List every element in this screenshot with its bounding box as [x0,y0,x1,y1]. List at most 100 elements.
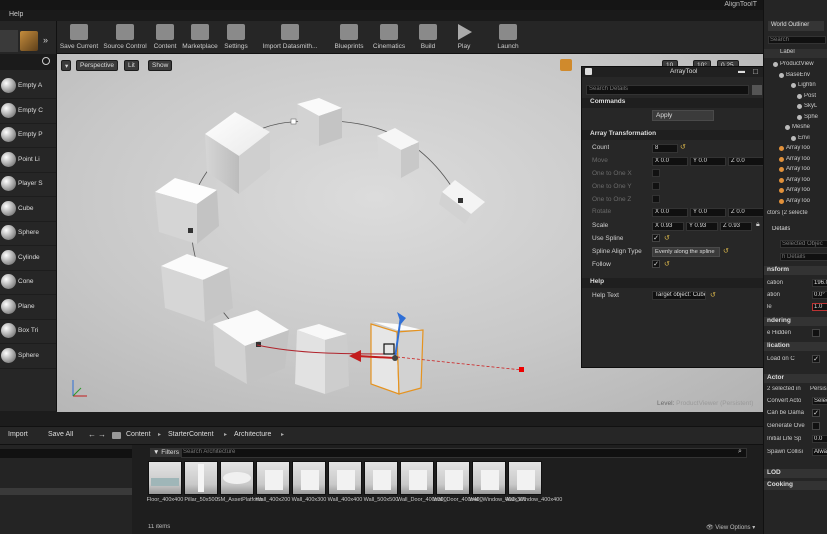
help-section[interactable]: Help [582,278,780,288]
outliner-row[interactable]: ArrayToo [764,176,827,186]
rotate-z-field[interactable]: Z 0.0 [728,208,764,217]
datasmith-button[interactable]: Import Datasmith... [257,23,323,53]
asset-thumbnail[interactable] [364,461,398,495]
maximize-icon[interactable]: □ [753,67,758,76]
play-button[interactable]: Play [449,23,479,53]
asset-thumbnail[interactable] [436,461,470,495]
source-control-button[interactable]: Source Control [101,23,149,53]
asset-thumbnail[interactable] [148,461,182,495]
outliner-row[interactable]: ArrayToo [764,165,827,175]
help-text-field[interactable]: Target object: Cube [652,291,706,300]
scale-y-field[interactable]: Y 0.93 [686,222,718,231]
place-item[interactable]: Cone [0,271,56,295]
sources-selected-folder[interactable] [0,488,132,495]
outliner-row[interactable]: Post [764,92,827,102]
can-be-damaged-checkbox[interactable]: ✓ [812,409,820,417]
outliner-row[interactable]: ArrayToo [764,197,827,207]
spawn-collision-dropdown[interactable]: Alwa [812,448,827,456]
place-item[interactable]: Empty P [0,124,56,148]
place-item[interactable]: Cube [0,198,56,222]
array-tool-search[interactable]: Search Details [586,85,749,95]
lock-icon[interactable]: 🔒︎ [756,221,760,229]
asset-thumbnail[interactable] [292,461,326,495]
reset-icon[interactable]: ↺ [723,247,729,255]
outliner-row[interactable]: Sphe [764,113,827,123]
convert-actor-dropdown[interactable]: Selec [812,397,827,405]
lod-section[interactable]: LOD [764,469,827,478]
back-arrow-icon[interactable]: ← [88,430,96,439]
reset-icon[interactable]: ↺ [710,291,716,299]
outliner-row[interactable]: Meshe [764,123,827,133]
marketplace-button[interactable]: Marketplace [181,23,219,53]
rotate-x-field[interactable]: X 0.0 [652,208,688,217]
settings-button[interactable]: Settings [221,23,251,53]
paint-tab-icon[interactable] [20,31,38,51]
place-item[interactable]: Plane [0,296,56,320]
content-button[interactable]: Content [152,23,178,53]
transform-section[interactable]: nsform [764,266,827,275]
asset-thumbnail[interactable] [472,461,506,495]
count-field[interactable]: 8 [652,144,678,153]
actor-section[interactable]: Actor [764,374,827,383]
place-item[interactable]: Sphere [0,222,56,246]
outliner-row[interactable]: Envi [764,134,827,144]
asset-search[interactable]: Search Architecture [181,448,747,458]
blueprints-button[interactable]: Blueprints [331,23,367,53]
rotation-field[interactable]: 0.0° [812,291,827,299]
array-tool-titlebar[interactable]: ArrayTool ▬ □ ✕ [582,67,780,77]
chevron-right-icon[interactable]: » [43,35,48,45]
outliner-row[interactable]: ArrayToo [764,186,827,196]
asset-thumbnail[interactable] [184,461,218,495]
build-button[interactable]: Build [413,23,443,53]
follow-checkbox[interactable]: ✓ [652,260,660,268]
view-options-button[interactable]: 👁︎ View Options ▾ [706,524,755,531]
place-item[interactable]: Box Tri [0,320,56,344]
place-item[interactable]: Point Li [0,149,56,173]
reset-icon[interactable]: ↺ [664,260,670,268]
place-item[interactable]: Cylinde [0,247,56,271]
one-to-one-x-checkbox[interactable] [652,169,660,177]
breadcrumb-content[interactable]: Content [126,431,151,438]
outliner-row[interactable]: ProductView [764,60,827,70]
outliner-row[interactable]: BaseEnv [764,71,827,81]
hidden-checkbox[interactable] [812,329,820,337]
grid-view-icon[interactable] [752,85,762,95]
asset-thumbnail[interactable] [400,461,434,495]
scale-z-field[interactable]: Z 0.93 [720,222,752,231]
reset-icon[interactable]: ↺ [664,234,670,242]
generate-overlap-checkbox[interactable] [812,422,820,430]
move-y-field[interactable]: Y 0.0 [690,157,726,166]
place-search-bar[interactable] [0,54,56,70]
replication-section[interactable]: lication [764,342,827,351]
cinematics-button[interactable]: Cinematics [369,23,409,53]
breadcrumb-startercontent[interactable]: StarterContent [168,431,214,438]
commands-section[interactable]: Commands [582,98,780,108]
spline-align-dropdown[interactable]: Evenly along the spline [652,247,720,257]
place-item[interactable]: Empty C [0,100,56,124]
cooking-section[interactable]: Cooking [764,481,827,490]
array-transformation-section[interactable]: Array Transformation [582,130,780,140]
outliner-row[interactable]: ArrayToo [764,155,827,165]
sources-search[interactable] [0,449,132,458]
minimize-icon[interactable]: ▬ [738,68,745,75]
asset-thumbnail[interactable] [220,461,254,495]
menu-help[interactable]: Help [9,11,23,18]
move-z-field[interactable]: Z 0.0 [728,157,764,166]
outliner-search[interactable]: Search [768,36,826,44]
asset-thumbnail[interactable] [256,461,290,495]
place-item[interactable]: Sphere [0,345,56,369]
asset-thumbnail[interactable] [508,461,542,495]
outliner-row[interactable]: ArrayToo [764,144,827,154]
save-all-button[interactable]: Save All [48,431,73,438]
net-load-checkbox[interactable]: ✓ [812,355,820,363]
import-button[interactable]: Import [8,431,28,438]
outliner-row[interactable]: Lightin [764,81,827,91]
location-field[interactable]: 196.0 [812,279,827,287]
save-button[interactable]: Save Current [59,23,99,53]
scale-x-field[interactable]: X 0.93 [652,222,684,231]
launch-button[interactable]: Launch [491,23,525,53]
breadcrumb-architecture[interactable]: Architecture [234,431,271,438]
place-tab-icon[interactable] [0,30,18,52]
asset-thumbnail[interactable] [328,461,362,495]
use-spline-checkbox[interactable]: ✓ [652,234,660,242]
